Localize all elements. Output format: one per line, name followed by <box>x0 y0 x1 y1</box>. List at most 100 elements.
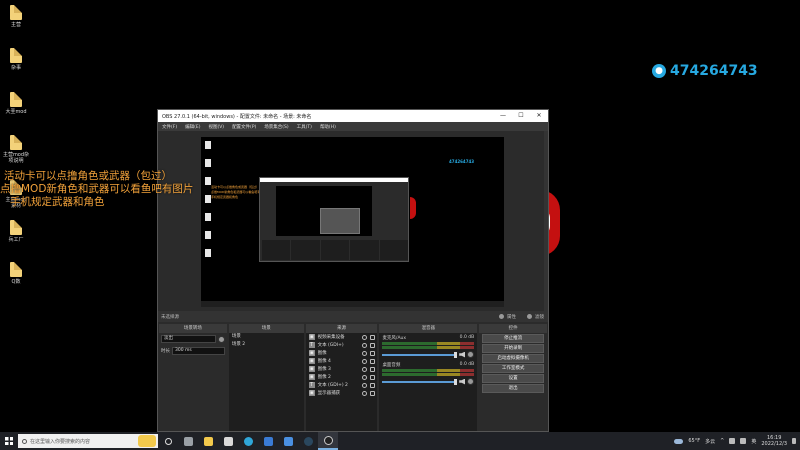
menu-file[interactable]: 文件(F) <box>162 124 177 130</box>
lock-icon[interactable] <box>370 390 376 396</box>
preview-canvas[interactable]: 活动卡可以点撸角色或武器（包过） 点撸MOD新角色和武器可以看鱼吧有图片 手机规… <box>201 137 504 307</box>
desktop-icon-mod-notes[interactable]: 主营mod杂 项说明 <box>0 135 32 164</box>
qq-icon: ● <box>652 64 666 78</box>
menu-view[interactable]: 视图(V) <box>208 124 224 130</box>
lock-icon[interactable] <box>370 342 376 348</box>
source-item[interactable]: ▣ 图像 <box>306 349 378 357</box>
volume-icon[interactable] <box>740 438 747 444</box>
settings-button[interactable]: 设置 <box>482 374 545 383</box>
studio-mode-button[interactable]: 工作室模式 <box>482 364 545 373</box>
weather-icon <box>674 438 684 444</box>
steam-icon[interactable] <box>298 432 318 450</box>
eye-icon[interactable] <box>362 334 368 340</box>
eye-icon[interactable] <box>362 374 368 380</box>
taskbar-search[interactable]: 在这里输入你要搜索的内容 <box>18 434 158 448</box>
start-button[interactable] <box>0 432 18 450</box>
eye-icon[interactable] <box>362 366 368 372</box>
lock-icon[interactable] <box>370 350 376 356</box>
desktop-icon-dashengmod[interactable]: 大圣mod <box>0 92 32 115</box>
exit-button[interactable]: 退出 <box>482 384 545 393</box>
menu-scene-collection[interactable]: 场景集合(S) <box>264 124 288 130</box>
nested-file-icon <box>205 177 211 185</box>
folder-icon <box>10 5 22 20</box>
ime-indicator[interactable]: 英 <box>751 438 756 445</box>
menu-edit[interactable]: 编辑(E) <box>185 124 200 130</box>
lock-icon[interactable] <box>370 358 376 364</box>
folder-icon <box>10 48 22 63</box>
menu-profile[interactable]: 配置文件(P) <box>232 124 256 130</box>
gear-icon[interactable] <box>467 378 475 385</box>
obs-icon[interactable] <box>318 432 338 450</box>
lock-icon[interactable] <box>370 334 376 340</box>
desktop-icon-zashi[interactable]: 杂事 <box>0 48 32 71</box>
transition-type-select[interactable]: 淡出 <box>161 335 216 343</box>
volume-meter <box>382 369 475 372</box>
obs-titlebar[interactable]: OBS 27.0.1 (64-bit, windows) - 配置文件: 未命名… <box>158 110 548 122</box>
properties-button[interactable]: 属性 <box>498 313 516 320</box>
notification-icon[interactable] <box>792 438 796 444</box>
store-icon[interactable] <box>258 432 278 450</box>
maximize-button[interactable]: ☐ <box>512 110 530 122</box>
source-item[interactable]: ▣ 视频采集设备 <box>306 333 378 341</box>
app-icon[interactable] <box>218 432 238 450</box>
source-item[interactable]: ▣ 显示器捕获 <box>306 389 378 397</box>
source-item[interactable]: ▣ 图像 3 <box>306 365 378 373</box>
network-icon[interactable] <box>729 438 736 444</box>
stop-streaming-button[interactable]: 停止推流 <box>482 334 545 343</box>
source-label: 文本 (GDI+) <box>317 343 344 348</box>
overlay-line-2: 点撸MOD新角色和武器可以看鱼吧有图片 <box>0 183 194 195</box>
nested-overlay-line1: 活动卡可以点撸角色或武器（包过） <box>211 185 260 189</box>
desktop-icon-q[interactable]: Q数 <box>0 262 32 285</box>
close-button[interactable]: ✕ <box>530 110 548 122</box>
task-view-icon[interactable] <box>158 432 178 450</box>
gear-icon[interactable] <box>217 335 225 343</box>
lock-icon[interactable] <box>370 382 376 388</box>
start-recording-button[interactable]: 开始录制 <box>482 344 545 353</box>
minimize-button[interactable]: — <box>494 110 512 122</box>
preview-scrollbar[interactable] <box>544 131 548 311</box>
edge-icon[interactable] <box>238 432 258 450</box>
desktop-icon-zhuying[interactable]: 主营 <box>0 5 32 28</box>
start-virtual-camera-button[interactable]: 启动虚拟摄像机 <box>482 354 545 363</box>
menu-tools[interactable]: 工具(T) <box>297 124 312 130</box>
desktop-icon-arsenal[interactable]: 兵工厂 <box>0 220 32 243</box>
window-title: OBS 27.0.1 (64-bit, windows) - 配置文件: 未命名… <box>162 113 312 120</box>
desktop-icon-label: Q数 <box>11 279 21 285</box>
text-icon: T <box>308 342 315 348</box>
source-item[interactable]: ▣ 图像 2 <box>306 373 378 381</box>
lock-icon[interactable] <box>370 366 376 372</box>
eye-icon[interactable] <box>362 390 368 396</box>
source-item[interactable]: T 文本 (GDI+) 2 <box>306 381 378 389</box>
eye-icon[interactable] <box>362 342 368 348</box>
controls-dock: 控件 停止推流 开始录制 启动虚拟摄像机 工作室模式 设置 退出 <box>479 324 548 431</box>
menu-help[interactable]: 帮助(H) <box>320 124 336 130</box>
file-explorer-icon[interactable] <box>198 432 218 450</box>
volume-slider[interactable] <box>382 351 458 358</box>
speaker-icon[interactable] <box>459 378 466 385</box>
clock[interactable]: 16:19 2022/12/3 <box>761 435 787 447</box>
eye-icon[interactable] <box>362 382 368 388</box>
speaker-icon[interactable] <box>459 351 466 358</box>
chevron-up-icon[interactable]: ^ <box>720 438 724 444</box>
gear-icon[interactable] <box>467 351 475 358</box>
source-item[interactable]: T 文本 (GDI+) <box>306 341 378 349</box>
sources-title: 来源 <box>305 324 378 333</box>
filters-button[interactable]: 滤镜 <box>526 313 544 320</box>
mixer-dock: 混音器 麦克风/Aux 0.0 dB 桌面音频 0.0 dB <box>379 324 478 431</box>
source-item[interactable]: ▣ 图像 4 <box>306 357 378 365</box>
lock-icon[interactable] <box>370 374 376 380</box>
duration-input[interactable]: 300 ms <box>172 347 225 355</box>
scene-item[interactable]: 场景 2 <box>229 341 304 349</box>
volume-slider[interactable] <box>382 378 458 385</box>
preview-area: 活动卡可以点撸角色或武器（包过） 点撸MOD新角色和武器可以看鱼吧有图片 手机规… <box>158 131 548 311</box>
widgets-icon[interactable] <box>178 432 198 450</box>
desktop-icon-label: 杂事 <box>10 65 21 71</box>
image-icon: ▣ <box>308 350 315 356</box>
weather-text[interactable]: 多云 <box>705 438 715 445</box>
scene-item[interactable]: 场景 <box>229 333 304 341</box>
search-placeholder: 在这里输入你要搜索的内容 <box>30 438 91 445</box>
checklist-icon[interactable] <box>278 432 298 450</box>
eye-icon[interactable] <box>362 358 368 364</box>
temperature[interactable]: 65°F <box>688 438 700 444</box>
eye-icon[interactable] <box>362 350 368 356</box>
